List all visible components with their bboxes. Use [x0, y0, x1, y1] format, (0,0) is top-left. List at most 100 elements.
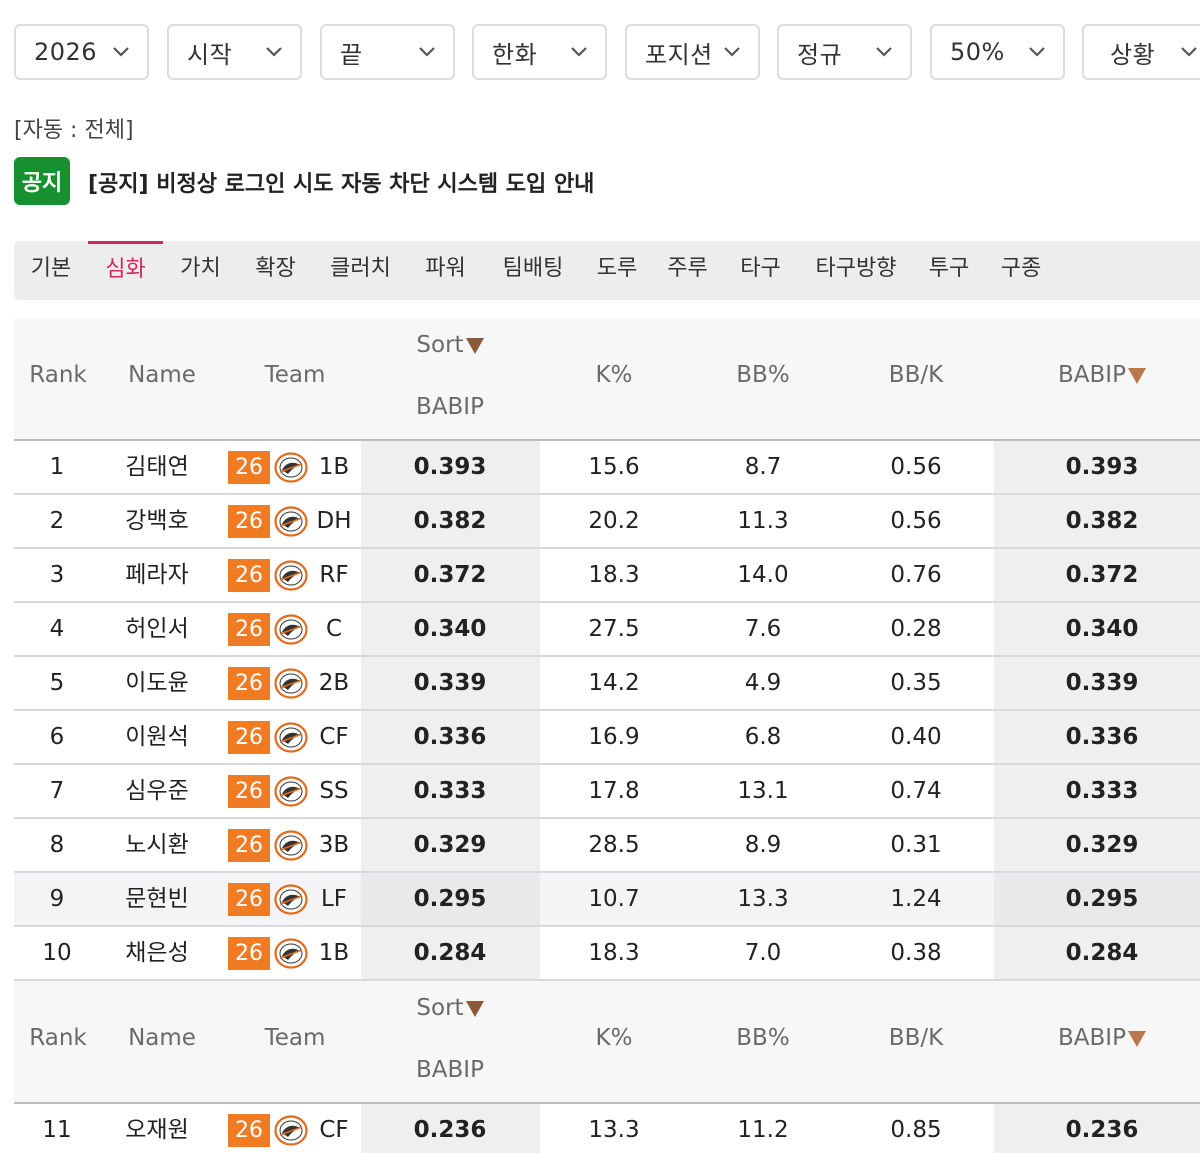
col-header-babip[interactable]: BABIP: [994, 1025, 1200, 1051]
tab-clutch[interactable]: 클러치: [313, 241, 408, 300]
player-name-link[interactable]: 노시환: [102, 819, 212, 871]
col-header-name[interactable]: Name: [102, 362, 222, 388]
rank-cell: 6: [49, 724, 65, 750]
tab-baserunning[interactable]: 주루: [651, 241, 724, 300]
tab-batted-ball[interactable]: 타구: [724, 241, 797, 300]
eagles-logo-icon: [274, 506, 308, 537]
bb-k-cell: 0.74: [890, 778, 942, 804]
col-header-rank[interactable]: Rank: [14, 1025, 102, 1051]
sort-value-cell: 0.333: [413, 778, 487, 804]
chevron-down-icon: [113, 47, 129, 57]
rank-cell: 4: [49, 616, 65, 642]
table-row[interactable]: 2 강백호 26 DH 0.382 20.2 11.3 0.56 0.382: [14, 495, 1200, 549]
col-header-team[interactable]: Team: [222, 362, 368, 388]
bb-pct-cell: 7.6: [744, 616, 782, 642]
k-pct-cell: 16.9: [588, 724, 640, 750]
tab-stolen-base[interactable]: 도루: [583, 241, 651, 300]
chevron-down-icon: [1181, 47, 1197, 57]
table-row[interactable]: 10 채은성 26 1B 0.284 18.3 7.0 0.38 0.284: [14, 927, 1200, 981]
tab-value[interactable]: 가치: [163, 241, 238, 300]
col-header-bb-k[interactable]: BB/K: [838, 362, 994, 388]
tab-basic[interactable]: 기본: [14, 241, 88, 300]
player-name-link[interactable]: 허인서: [102, 603, 212, 655]
sort-value-cell: 0.372: [413, 562, 487, 588]
table-row[interactable]: 3 페라자 26 RF 0.372 18.3 14.0 0.76 0.372: [14, 549, 1200, 603]
end-select-label: 끝: [340, 40, 363, 69]
player-name-link[interactable]: 김태연: [102, 441, 212, 493]
table-row[interactable]: 9 문현빈 26 LF 0.295 10.7 13.3 1.24 0.295: [14, 873, 1200, 927]
player-name-link[interactable]: 이도윤: [102, 657, 212, 709]
eagles-logo-icon: [274, 614, 308, 645]
player-name-link[interactable]: 페라자: [102, 549, 212, 601]
tab-pitching[interactable]: 투구: [915, 241, 983, 300]
col-header-bb-k[interactable]: BB/K: [838, 1025, 994, 1051]
eagles-logo-icon: [274, 884, 308, 915]
k-pct-cell: 10.7: [588, 886, 640, 912]
table-body-continued: 11 오재원 26 CF 0.236 13.3 11.2 0.85 0.236: [14, 1104, 1200, 1153]
table-row[interactable]: 6 이원석 26 CF 0.336 16.9 6.8 0.40 0.336: [14, 711, 1200, 765]
col-header-name[interactable]: Name: [102, 1025, 222, 1051]
eagles-logo-icon: [274, 938, 308, 969]
k-pct-cell: 27.5: [588, 616, 640, 642]
k-pct-cell: 17.8: [588, 778, 640, 804]
position-cell: SS: [319, 778, 349, 804]
sort-value-cell: 0.339: [413, 670, 487, 696]
situation-select[interactable]: 상황: [1082, 24, 1200, 80]
season-badge: 26: [228, 775, 270, 808]
end-select[interactable]: 끝: [320, 24, 455, 80]
season-type-select[interactable]: 정규: [777, 24, 912, 80]
table-row[interactable]: 5 이도윤 26 2B 0.339 14.2 4.9 0.35 0.339: [14, 657, 1200, 711]
player-name-link[interactable]: 이원석: [102, 711, 212, 763]
bb-pct-cell: 8.9: [744, 832, 782, 858]
tab-pitch-type[interactable]: 구종: [983, 241, 1059, 300]
notice-link[interactable]: [공지] 비정상 로그인 시도 자동 차단 시스템 도입 안내: [88, 166, 594, 198]
col-header-bb-pct[interactable]: BB%: [688, 362, 838, 388]
chevron-down-icon: [876, 47, 892, 57]
col-header-bb-pct[interactable]: BB%: [688, 1025, 838, 1051]
season-badge: 26: [228, 829, 270, 862]
season-select[interactable]: 2026: [14, 24, 149, 80]
tab-extended[interactable]: 확장: [238, 241, 313, 300]
position-cell: CF: [319, 1117, 349, 1143]
col-header-sort[interactable]: Sort: [368, 995, 532, 1021]
table-row[interactable]: 7 심우준 26 SS 0.333 17.8 13.1 0.74 0.333: [14, 765, 1200, 819]
tab-batted-direction[interactable]: 타구방향: [797, 241, 915, 300]
filter-bar: 2026 시작 끝 한화 포지션 정규 50% 상황: [14, 24, 1200, 80]
table-row[interactable]: 4 허인서 26 C 0.340 27.5 7.6 0.28 0.340: [14, 603, 1200, 657]
table-row[interactable]: 1 김태연 26 1B 0.393 15.6 8.7 0.56 0.393: [14, 441, 1200, 495]
player-name-link[interactable]: 심우준: [102, 765, 212, 817]
season-badge: 26: [228, 1114, 270, 1147]
qualifier-select[interactable]: 50%: [930, 24, 1065, 80]
player-name-link[interactable]: 문현빈: [102, 873, 212, 925]
auto-scope-label: [자동 : 전체]: [14, 118, 134, 143]
player-name-link[interactable]: 오재원: [102, 1104, 212, 1153]
table-row[interactable]: 11 오재원 26 CF 0.236 13.3 11.2 0.85 0.236: [14, 1104, 1200, 1153]
sort-desc-icon: [465, 337, 484, 354]
tab-team-batting[interactable]: 팀배팅: [483, 241, 583, 300]
table-row[interactable]: 8 노시환 26 3B 0.329 28.5 8.9 0.31 0.329: [14, 819, 1200, 873]
player-name-link[interactable]: 채은성: [102, 927, 212, 979]
babip-cell: 0.329: [1065, 832, 1139, 858]
position-select[interactable]: 포지션: [625, 24, 760, 80]
col-header-sort[interactable]: Sort: [368, 332, 532, 358]
bb-k-cell: 1.24: [890, 886, 942, 912]
notice-badge: 공지: [14, 157, 70, 205]
col-header-rank[interactable]: Rank: [14, 362, 102, 388]
col-header-k-pct[interactable]: K%: [540, 1025, 688, 1051]
col-header-babip[interactable]: BABIP: [994, 362, 1200, 388]
season-type-select-label: 정규: [797, 40, 843, 69]
player-name-link[interactable]: 강백호: [102, 495, 212, 547]
tab-power[interactable]: 파워: [408, 241, 483, 300]
table-body: 1 김태연 26 1B 0.393 15.6 8.7 0.56 0.393 2 강백호 26 DH 0.3…: [14, 441, 1200, 981]
tab-advanced[interactable]: 심화: [88, 241, 163, 300]
rank-cell: 5: [49, 670, 65, 696]
season-badge: 26: [228, 883, 270, 916]
col-header-team[interactable]: Team: [222, 1025, 368, 1051]
col-header-k-pct[interactable]: K%: [540, 362, 688, 388]
sort-desc-icon: [1127, 1030, 1146, 1047]
col-header-sort-stat: BABIP: [416, 394, 484, 420]
chevron-down-icon: [266, 47, 282, 57]
start-select[interactable]: 시작: [167, 24, 302, 80]
team-select[interactable]: 한화: [472, 24, 607, 80]
eagles-logo-icon: [274, 560, 308, 591]
